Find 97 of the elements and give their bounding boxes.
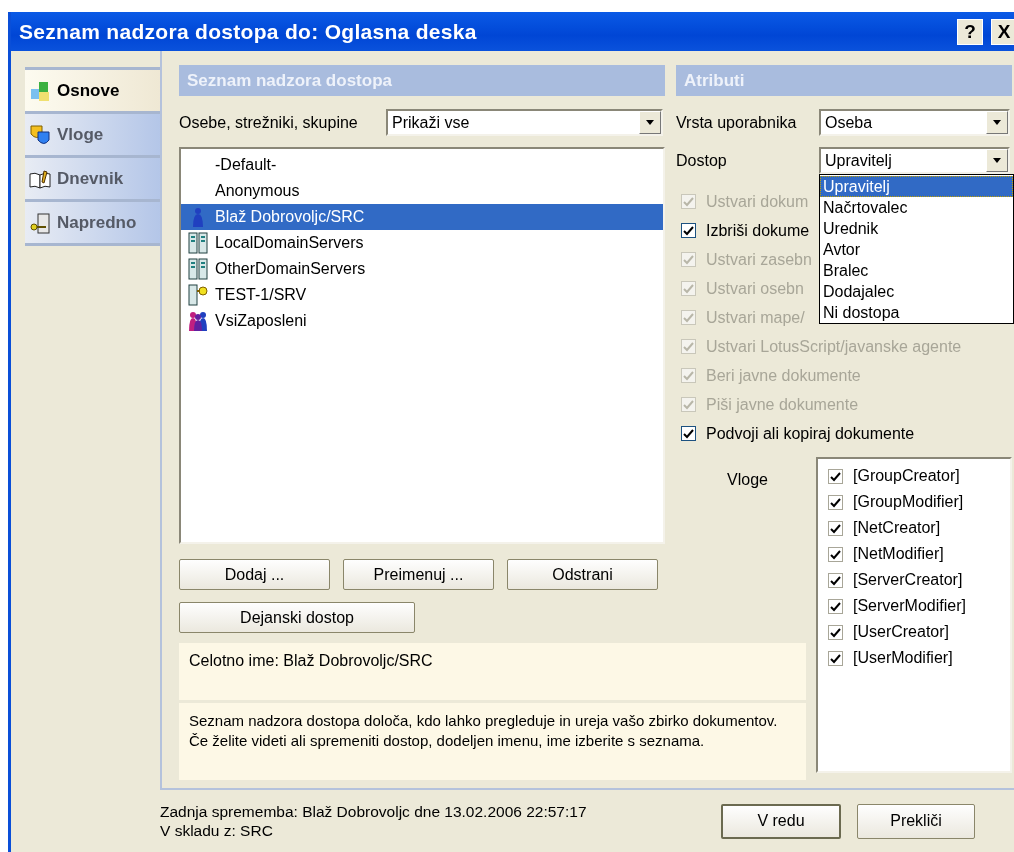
help-button[interactable]: ? bbox=[957, 18, 983, 45]
blocks-icon bbox=[29, 79, 51, 102]
server-key-icon bbox=[187, 284, 209, 306]
remove-button[interactable]: Odstrani bbox=[507, 559, 658, 590]
section-header: Seznam nadzora dostopa bbox=[179, 65, 665, 96]
access-label: Dostop bbox=[676, 151, 728, 170]
check-icon bbox=[829, 626, 842, 638]
check-icon bbox=[682, 341, 695, 352]
last-change-text: Zadnja sprememba: Blaž Dobrovoljc dne 13.02.2006 22:57:17 bbox=[160, 802, 588, 821]
permission-label: Ustvari osebn bbox=[706, 279, 804, 298]
role-label: [ServerModifier] bbox=[853, 597, 966, 615]
filter-label: Osebe, strežniki, skupine bbox=[179, 113, 359, 132]
user-type-dropdown[interactable]: Oseba bbox=[819, 109, 1010, 136]
check-icon bbox=[682, 428, 695, 439]
checkbox[interactable] bbox=[828, 520, 843, 536]
checkbox[interactable] bbox=[828, 624, 843, 640]
check-icon bbox=[829, 522, 842, 534]
check-icon bbox=[682, 399, 695, 410]
permission-label: Beri javne dokumente bbox=[706, 366, 861, 385]
permission-label: Podvoji ali kopiraj dokumente bbox=[706, 424, 915, 443]
checkbox[interactable] bbox=[828, 494, 843, 510]
checkbox[interactable] bbox=[681, 426, 696, 441]
list-entry[interactable]: Blaž Dobrovoljc/SRC bbox=[181, 204, 663, 230]
dropdown-option[interactable]: Dodajalec bbox=[820, 281, 1013, 302]
list-entry[interactable]: VsiZaposleni bbox=[181, 308, 663, 334]
list-entry[interactable]: Anonymous bbox=[181, 178, 663, 204]
sidebar-tab[interactable]: Vloge bbox=[25, 114, 160, 158]
permission-label: Piši javne dokumente bbox=[706, 395, 859, 414]
permission-label: Ustvari zasebn bbox=[706, 250, 812, 269]
check-icon bbox=[682, 312, 695, 323]
dropdown-arrow-button[interactable] bbox=[986, 111, 1008, 134]
rename-button[interactable]: Preimenuj ... bbox=[343, 559, 494, 590]
check-icon bbox=[829, 496, 842, 508]
sidebar-tab[interactable]: Napredno bbox=[25, 202, 160, 246]
role-label: [NetCreator] bbox=[853, 519, 941, 537]
role-label: [ServerCreator] bbox=[853, 571, 963, 589]
checkbox[interactable] bbox=[681, 223, 696, 238]
check-icon bbox=[682, 196, 695, 207]
dropdown-option[interactable]: Upravitelj bbox=[820, 176, 1013, 197]
list-entry[interactable]: LocalDomainServers bbox=[181, 230, 663, 256]
masks-icon bbox=[29, 123, 51, 146]
dropdown-option[interactable]: Ni dostopa bbox=[820, 302, 1013, 323]
add-button[interactable]: Dodaj ... bbox=[179, 559, 330, 590]
full-name-text: Celotno ime: Blaž Dobrovoljc/SRC bbox=[179, 643, 806, 700]
dropdown-option[interactable]: Načrtovalec bbox=[820, 197, 1013, 218]
role-label: [GroupCreator] bbox=[853, 467, 960, 485]
book-icon bbox=[29, 167, 51, 190]
dropdown-arrow-button[interactable] bbox=[639, 111, 661, 134]
sidebar-tab[interactable]: Osnove bbox=[25, 70, 160, 114]
role-label: [UserCreator] bbox=[853, 623, 950, 641]
caret-icon bbox=[993, 158, 1001, 163]
checkbox[interactable] bbox=[828, 598, 843, 614]
checkbox[interactable] bbox=[828, 572, 843, 588]
check-icon bbox=[829, 652, 842, 664]
replica-text: V skladu z: SRC bbox=[160, 821, 274, 840]
key-icon bbox=[29, 211, 51, 234]
close-button[interactable]: X bbox=[991, 18, 1014, 45]
checkbox[interactable] bbox=[828, 468, 843, 484]
list-entry[interactable]: TEST-1/SRV bbox=[181, 282, 663, 308]
list-entry[interactable]: OtherDomainServers bbox=[181, 256, 663, 282]
role-label: [GroupModifier] bbox=[853, 493, 964, 511]
check-icon bbox=[829, 600, 842, 612]
ok-button[interactable]: V redu bbox=[721, 803, 841, 839]
description-text: Seznam nadzora dostopa določa, kdo lahko pregleduje in ureja vašo zbirko dokumentov. Če želite videti ali spremeniti dostop, dodeljen imenu, ime izberite s seznama. bbox=[179, 703, 806, 780]
dropdown-option[interactable]: Bralec bbox=[820, 260, 1013, 281]
server-racks-icon bbox=[187, 258, 209, 280]
list-entry[interactable]: -Default- bbox=[181, 152, 663, 178]
check-icon bbox=[682, 254, 695, 265]
cancel-button[interactable]: Prekliči bbox=[857, 803, 975, 839]
check-icon bbox=[829, 548, 842, 560]
permission-label: Izbriši dokume bbox=[706, 221, 810, 240]
user-type-label: Vrsta uporabnika bbox=[676, 113, 798, 132]
section-header: Atributi bbox=[676, 65, 1012, 96]
role-label: [NetModifier] bbox=[853, 545, 944, 563]
effective-access-button[interactable]: Dejanski dostop bbox=[179, 602, 415, 633]
server-racks-icon bbox=[187, 232, 209, 254]
permission-label: Ustvari dokum bbox=[706, 192, 809, 211]
caret-icon bbox=[993, 120, 1001, 125]
checkbox[interactable] bbox=[828, 546, 843, 562]
people-icon bbox=[187, 310, 209, 332]
sidebar-tab[interactable]: Dnevnik bbox=[25, 158, 160, 202]
roles-label: Vloge bbox=[727, 471, 768, 488]
check-icon bbox=[682, 283, 695, 294]
caret-icon bbox=[646, 120, 654, 125]
dropdown-arrow-button[interactable] bbox=[986, 149, 1008, 172]
check-icon bbox=[829, 470, 842, 482]
check-icon bbox=[829, 574, 842, 586]
dropdown-option[interactable]: Avtor bbox=[820, 239, 1013, 260]
window-title: Seznam nadzora dostopa do: Oglasna deska bbox=[19, 19, 478, 44]
check-icon bbox=[682, 225, 695, 236]
permission-label: Ustvari LotusScript/javanske agente bbox=[706, 337, 962, 356]
check-icon bbox=[682, 370, 695, 381]
dropdown-option[interactable]: Urednik bbox=[820, 218, 1013, 239]
permission-label: Ustvari mape/ bbox=[706, 308, 805, 327]
checkbox[interactable] bbox=[828, 650, 843, 666]
filter-dropdown[interactable]: Prikaži vse bbox=[386, 109, 663, 136]
role-label: [UserModifier] bbox=[853, 649, 953, 667]
